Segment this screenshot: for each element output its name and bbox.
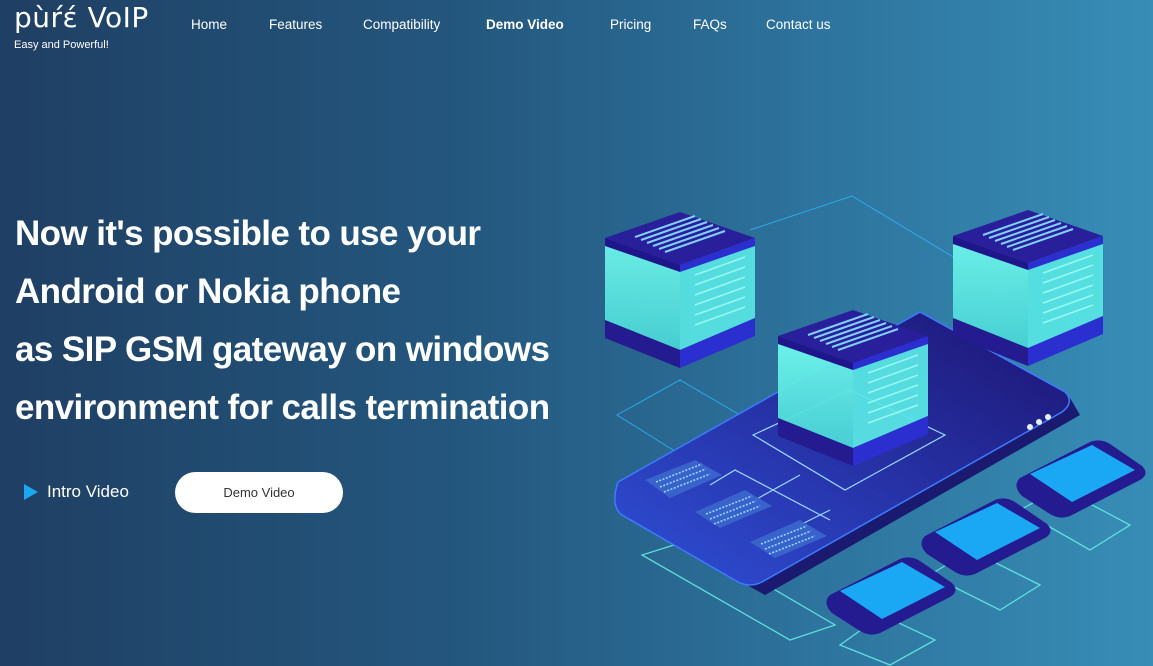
- intro-video-label: Intro Video: [47, 482, 129, 501]
- intro-video-link[interactable]: Intro Video: [24, 482, 129, 502]
- nav-compatibility[interactable]: Compatibility: [363, 17, 440, 32]
- nav-demo-video[interactable]: Demo Video: [486, 17, 564, 32]
- logo[interactable]: pùŕέ VoIP Easy and Powerful!: [14, 0, 149, 51]
- logo-title: pùŕέ VoIP: [14, 1, 149, 34]
- hero-headline: Now it's possible to use your Android or…: [15, 205, 550, 437]
- device-tile-icon: [826, 557, 956, 635]
- play-icon: [24, 484, 38, 500]
- device-tile-icon: [1016, 440, 1146, 518]
- headline-line: Now it's possible to use your: [15, 214, 481, 253]
- headline-line: as SIP GSM gateway on windows: [15, 330, 550, 369]
- headline-line: environment for calls termination: [15, 388, 550, 427]
- headline-line: Android or Nokia phone: [15, 272, 401, 311]
- demo-video-button[interactable]: Demo Video: [175, 472, 343, 513]
- nav-faqs[interactable]: FAQs: [693, 17, 727, 32]
- server-center-icon: [778, 310, 928, 466]
- nav-home[interactable]: Home: [191, 17, 227, 32]
- server-right-icon: [953, 210, 1103, 366]
- server-left-icon: [605, 212, 755, 368]
- nav-contact-us[interactable]: Contact us: [766, 17, 831, 32]
- nav-features[interactable]: Features: [269, 17, 322, 32]
- servers-illustration: [605, 195, 1146, 666]
- nav-pricing[interactable]: Pricing: [610, 17, 651, 32]
- logo-tagline: Easy and Powerful!: [14, 39, 109, 51]
- device-tile-icon: [921, 498, 1051, 576]
